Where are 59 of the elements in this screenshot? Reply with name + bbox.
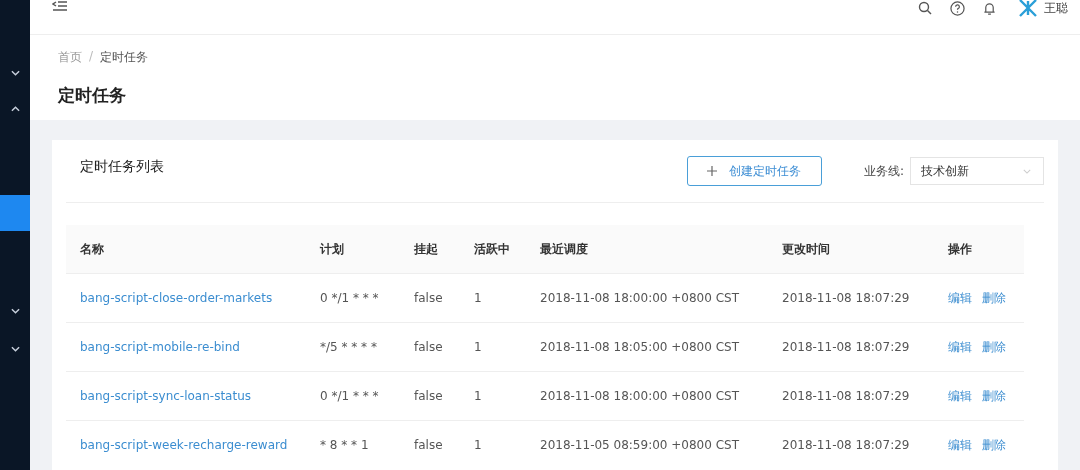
table-cell: 2018-11-05 08:59:00 +0800 CST — [540, 438, 739, 452]
card-title: 定时任务列表 — [80, 158, 165, 176]
delete-link[interactable]: 删除 — [982, 339, 1006, 354]
table-cell: 2018-11-08 18:05:00 +0800 CST — [540, 340, 739, 354]
table-cell: 2018-11-08 18:07:29 — [782, 340, 910, 354]
snowflake-icon — [1018, 0, 1038, 18]
delete-link[interactable]: 删除 — [982, 437, 1006, 452]
table-cell: 2018-11-08 18:00:00 +0800 CST — [540, 291, 739, 305]
table-cell: 1 — [474, 389, 482, 403]
delete-link[interactable]: 删除 — [982, 388, 1006, 403]
chevron-icon[interactable] — [10, 346, 20, 352]
task-name-link[interactable]: bang-script-sync-loan-status — [80, 389, 252, 403]
column-header: 操作 — [948, 241, 972, 256]
task-name-link[interactable]: bang-script-mobile-re-bind — [80, 340, 240, 354]
page-title: 定时任务 — [58, 84, 127, 107]
column-header: 计划 — [320, 241, 344, 256]
breadcrumb-item: 定时任务 — [100, 49, 149, 66]
table-cell: 2018-11-08 18:07:29 — [782, 291, 910, 305]
chevron-icon[interactable] — [10, 106, 20, 112]
edit-link[interactable]: 编辑 — [948, 437, 972, 452]
column-header: 更改时间 — [782, 241, 830, 256]
breadcrumb-separator: / — [89, 49, 94, 65]
table-cell: false — [414, 438, 443, 452]
table-cell: */5 * * * * — [320, 340, 377, 354]
table-cell: 0 */1 * * * — [320, 291, 379, 305]
business-line-select[interactable]: 技术创新 — [910, 157, 1044, 185]
edit-link[interactable]: 编辑 — [948, 339, 972, 354]
task-name-link[interactable]: bang-script-close-order-markets — [80, 291, 273, 305]
user-name[interactable]: 王聪 — [1044, 0, 1068, 17]
table-cell: 2018-11-08 18:07:29 — [782, 438, 910, 452]
table-cell: * 8 * * 1 — [320, 438, 369, 452]
plus-icon — [707, 165, 718, 176]
edit-link[interactable]: 编辑 — [948, 290, 972, 305]
edit-link[interactable]: 编辑 — [948, 388, 972, 403]
column-header: 最近调度 — [540, 241, 588, 256]
breadcrumb-item[interactable]: 首页 — [58, 49, 82, 66]
column-header: 挂起 — [414, 241, 438, 256]
column-header: 名称 — [80, 241, 104, 256]
chevron-down-icon — [1023, 168, 1031, 174]
create-button[interactable]: 创建定时任务 — [686, 156, 822, 186]
table-cell: false — [414, 291, 443, 305]
table-cell: 0 */1 * * * — [320, 389, 379, 403]
column-header: 活跃中 — [474, 241, 510, 256]
bell-icon[interactable] — [983, 0, 996, 16]
table-cell: 1 — [474, 438, 482, 452]
delete-link[interactable]: 删除 — [982, 290, 1006, 305]
table-cell: 2018-11-08 18:07:29 — [782, 389, 910, 403]
menu-icon[interactable] — [52, 0, 68, 11]
table-cell: false — [414, 340, 443, 354]
table-cell: 1 — [474, 291, 482, 305]
help-icon[interactable] — [950, 0, 965, 16]
filter-label: 业务线: — [863, 162, 904, 180]
search-icon[interactable] — [918, 1, 932, 15]
chevron-icon[interactable] — [10, 308, 20, 314]
table-cell: false — [414, 389, 443, 403]
table-cell: 2018-11-08 18:00:00 +0800 CST — [540, 389, 739, 403]
task-name-link[interactable]: bang-script-week-recharge-reward — [80, 438, 288, 452]
table-cell: 1 — [474, 340, 482, 354]
chevron-icon[interactable] — [10, 70, 20, 76]
